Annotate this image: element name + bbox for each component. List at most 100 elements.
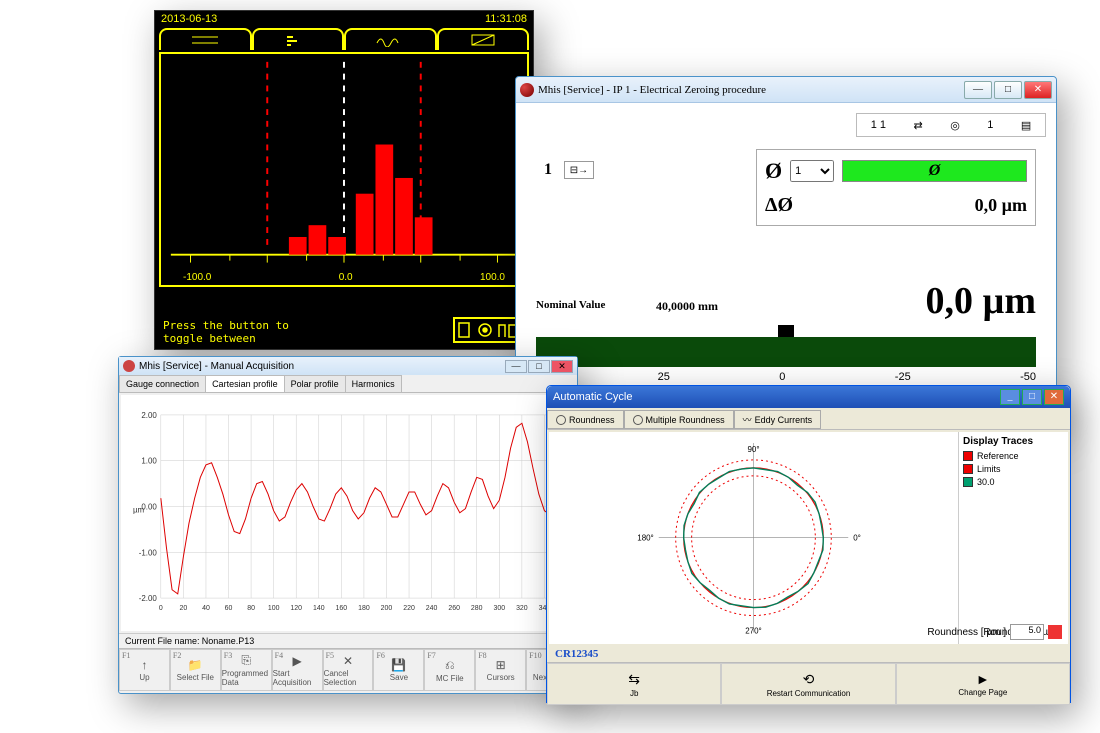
osc-date: 2013-06-13 [161,13,217,26]
fkey-icon: ↑ [141,658,147,672]
maximize-button[interactable]: □ [528,360,550,373]
fkey-icon: ⊞ [496,658,506,672]
close-button[interactable]: ✕ [551,360,573,373]
osc-xtick-right: 100.0 [480,272,505,283]
fkey-up[interactable]: F1↑Up [119,649,170,691]
footer-icon: ⟲ [803,671,815,688]
svg-text:1.00: 1.00 [141,457,157,466]
legend-title: Display Traces [963,436,1064,447]
fkey-cancel-selection[interactable]: F5✕Cancel Selection [323,649,374,691]
footer-button-change-page[interactable]: ►Change Page [896,663,1070,705]
fkey-mc-file[interactable]: F7⎌MC File [424,649,475,691]
fkey-start-acquisition[interactable]: F4▶Start Acquisition [272,649,323,691]
osc-tab-3[interactable] [344,28,437,50]
minimize-button[interactable]: — [505,360,527,373]
polar-plot: 90° 270° 180° 0° [549,432,958,644]
swatch-icon [963,464,973,474]
svg-text:180°: 180° [637,534,653,543]
wave-icon: 〰 [743,413,752,426]
legend-item[interactable]: Limits [963,464,1064,474]
footer-button-jb[interactable]: ⇆Jb [547,663,721,705]
tab-harmonics[interactable]: Harmonics [345,375,402,392]
zeroing-toolbar: 1 1 ⇄ ◎ 1 ▤ [856,113,1046,137]
doc-icon[interactable]: ▤ [1021,119,1031,132]
fkey-number: F3 [224,651,232,660]
fkey-select-file[interactable]: F2 📁Select File [170,649,221,691]
osc-tab-1[interactable] [159,28,252,50]
fkey-programmed-data[interactable]: F3⎘Programmed Data [221,649,272,691]
profile-chart: 2.00 1.00 0.00 -1.00 -2.00 µm 0204060801… [121,395,575,631]
fkey-icon: ⎌ [445,658,455,673]
polar-svg: 90° 270° 180° 0° [549,432,958,643]
app-icon [520,83,534,97]
close-button[interactable]: ✕ [1044,389,1064,405]
tab-polar[interactable]: Polar profile [284,375,346,392]
probe-icon[interactable]: ⊟→ [564,161,594,179]
svg-text:90°: 90° [747,445,759,454]
fkey-cursors[interactable]: F8⊞Cursors [475,649,526,691]
osc-time: 11:31:08 [485,13,527,26]
roundness-titlebar[interactable]: Automatic Cycle _ □ ✕ [547,386,1070,408]
osc-tab-4[interactable] [437,28,530,50]
filename-value: Noname.P13 [202,636,255,646]
svg-text:140: 140 [313,605,325,612]
osc-xtick-mid: 0.0 [339,272,353,283]
footer-button-restart-communication[interactable]: ⟲Restart Communication [721,663,895,705]
zeroing-titlebar[interactable]: Mhis [Service] - IP 1 - Electrical Zeroi… [516,77,1056,103]
svg-text:260: 260 [448,605,460,612]
osc-plot: -100.0 0.0 100.0 [159,52,529,287]
osc-tabs [155,28,533,50]
tab-eddy[interactable]: 〰Eddy Currents [734,410,822,429]
svg-text:280: 280 [471,605,483,612]
svg-text:100: 100 [268,605,280,612]
circle-icon [633,415,643,425]
legend-item[interactable]: 30.0 [963,477,1064,487]
fkey-icon: 💾 [391,658,406,672]
scale-tick: 25 [658,371,670,383]
nominal-label: Nominal Value [536,299,605,311]
pointer-icon [778,325,794,337]
svg-text:220: 220 [403,605,415,612]
swatch-icon [963,477,973,487]
fkey-number: F2 [173,651,181,660]
close-button[interactable]: ✕ [1024,81,1052,99]
tab-multi-roundness[interactable]: Multiple Roundness [624,410,734,429]
delta-label: ΔØ [765,194,793,217]
channel-select[interactable]: 1 [790,160,834,182]
fkey-icon: 📁 [188,658,203,672]
svg-text:60: 60 [225,605,233,612]
tab-gauge[interactable]: Gauge connection [119,375,206,392]
osc-tab-2[interactable] [252,28,345,50]
fkey-label: Up [139,673,149,682]
zero-indicator[interactable]: Ø [842,160,1027,182]
profile-titlebar[interactable]: Mhis [Service] - Manual Acquisition — □ … [119,357,577,375]
svg-text:0°: 0° [853,534,861,543]
diameter-icon: Ø [765,158,782,184]
svg-text:240: 240 [426,605,438,612]
roundness-label: Roundness [ µm ] [927,627,1006,638]
part-id: CR12345 [547,646,1070,662]
minimize-button[interactable]: _ [1000,389,1020,405]
fkey-label: Select File [177,673,214,682]
svg-text:180: 180 [358,605,370,612]
profile-window: Mhis [Service] - Manual Acquisition — □ … [118,356,578,694]
svg-text:270°: 270° [745,626,761,635]
tab-roundness[interactable]: Roundness [547,410,624,429]
tab-cartesian[interactable]: Cartesian profile [205,375,285,392]
osc-plot-svg [161,54,527,285]
zeroing-title: Mhis [Service] - IP 1 - Electrical Zeroi… [538,84,964,96]
minimize-button[interactable]: — [964,81,992,99]
legend-item[interactable]: Reference [963,451,1064,461]
filename-label: Current File name: [125,636,200,646]
maximize-button[interactable]: □ [1022,389,1042,405]
profile-chart-svg: 2.00 1.00 0.00 -1.00 -2.00 µm 0204060801… [121,395,575,630]
maximize-button[interactable]: □ [994,81,1022,99]
svg-text:0: 0 [159,605,163,612]
roundness-title: Automatic Cycle [553,391,632,403]
fkey-label: Start Acquisition [273,669,322,687]
roundness-fbar: ⇆Jb⟲Restart Communication►Change Page [547,662,1070,705]
fkey-save[interactable]: F6💾Save [373,649,424,691]
footer-label: Jb [630,689,638,698]
profile-title: Mhis [Service] - Manual Acquisition [139,361,294,372]
roundness-value: 5.0 [1010,624,1044,640]
